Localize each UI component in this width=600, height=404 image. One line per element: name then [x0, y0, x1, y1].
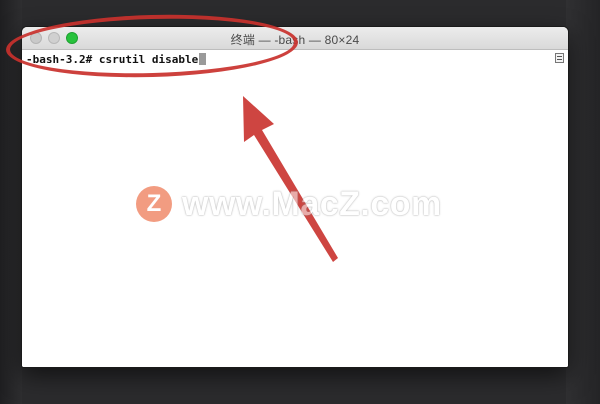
desktop-background-right — [566, 0, 600, 404]
watermark-text: www.MacZ.com — [182, 184, 442, 223]
watermark: Z www.MacZ.com — [136, 184, 442, 224]
watermark-logo: Z — [136, 186, 172, 222]
scroll-indicator-icon[interactable] — [555, 53, 564, 63]
